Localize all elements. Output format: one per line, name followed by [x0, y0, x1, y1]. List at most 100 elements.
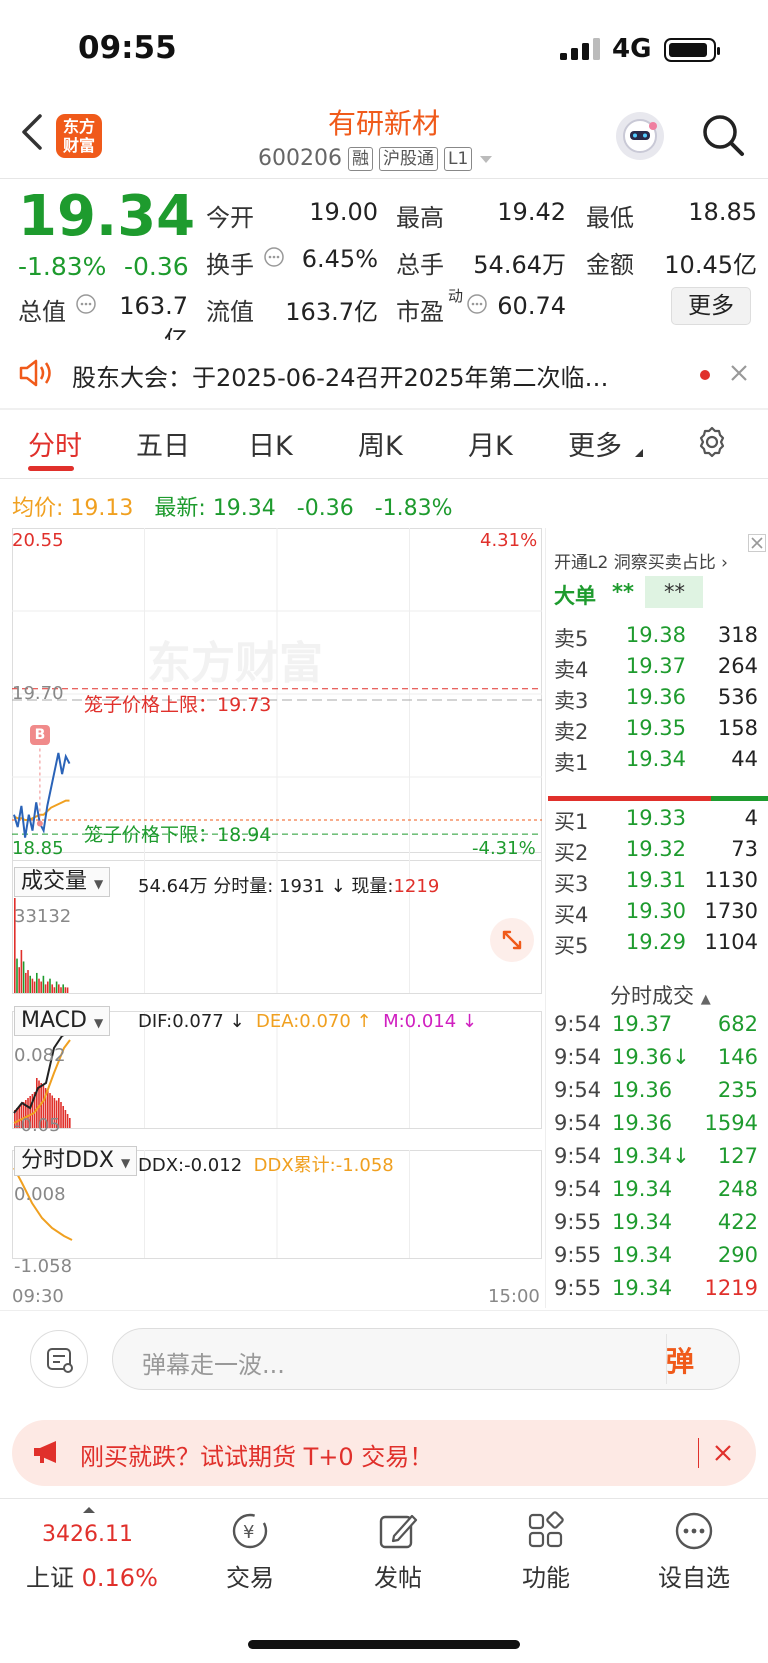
home-indicator: [248, 1640, 520, 1649]
trade-price: 19.36↓: [612, 1045, 690, 1069]
float-value: 163.7亿: [285, 298, 378, 326]
bid-4-label: 买4: [554, 903, 589, 927]
trade-time: 9:54: [554, 1078, 602, 1102]
latest-label: 最新:: [154, 496, 206, 521]
bid-4-price: 19.30: [625, 899, 686, 923]
bid-1-label: 买1: [554, 810, 589, 834]
macd-bar: [66, 1114, 69, 1128]
corner-arrow-icon: [635, 449, 643, 457]
battery-icon: [664, 38, 720, 62]
tab-daily[interactable]: 日K: [248, 424, 293, 463]
tab-monthly[interactable]: 月K: [468, 424, 513, 463]
trade-time: 9:55: [554, 1210, 602, 1234]
trade-volume: 235: [717, 1078, 758, 1102]
svg-text:¥: ¥: [243, 1522, 254, 1543]
pct-bottom-label: -4.31%: [472, 838, 536, 859]
ddx-selector[interactable]: 分时DDX ▼: [14, 1146, 138, 1176]
volume-bar: [42, 975, 45, 993]
tab-more[interactable]: 更多: [568, 424, 622, 463]
price-bottom-label: 18.85: [12, 838, 64, 859]
nav-watchlist[interactable]: 设自选: [644, 1558, 744, 1593]
trade-time: 9:54: [554, 1111, 602, 1135]
ask-1-price: 19.34: [625, 747, 686, 771]
grid-apps-icon[interactable]: [524, 1510, 568, 1552]
tab-five-day[interactable]: 五日: [136, 424, 190, 463]
trade-time: 9:54: [554, 1012, 602, 1036]
macd-info: DIF:0.077 ↓ DEA:0.070 ↑ M:0.014 ↓: [138, 1011, 478, 1032]
l2-promo[interactable]: 开通L2 洞察买卖占比 ›: [554, 548, 728, 573]
danmu-send-button[interactable]: 弹: [666, 1340, 694, 1380]
info-dots-icon[interactable]: [75, 293, 97, 315]
more-button[interactable]: 更多: [671, 287, 751, 325]
watermark: 东方财富: [147, 638, 323, 689]
stock-subtitle[interactable]: 600206 融 沪股通 L1: [258, 146, 494, 171]
volume-info: 54.64万 分时量: 1931 ↓ 现量:1219: [138, 876, 440, 897]
last-price: 19.34: [18, 184, 196, 249]
high-value: 19.42: [497, 198, 566, 226]
nav-functions[interactable]: 功能: [496, 1558, 596, 1593]
compose-icon[interactable]: [376, 1510, 420, 1552]
open-label: 今开: [206, 204, 254, 232]
close-icon[interactable]: [730, 364, 748, 382]
ddx-bottom-label: -1.058: [14, 1256, 73, 1277]
macd-bar: [69, 1118, 71, 1128]
dropdown-icon: [480, 155, 493, 163]
search-icon[interactable]: [700, 112, 746, 158]
nav-post[interactable]: 发帖: [348, 1558, 448, 1593]
settings-gear-icon[interactable]: [694, 424, 730, 460]
time-end-label: 15:00: [488, 1286, 540, 1307]
expand-icon: [502, 930, 522, 950]
buy-marker[interactable]: B: [30, 725, 50, 745]
pe-value: 60.74: [497, 292, 566, 320]
ask-4-label: 卖4: [554, 658, 589, 682]
volume-value: 54.64万: [473, 251, 566, 279]
float-label: 流值: [206, 298, 254, 326]
intraday-chart[interactable]: 东方财富: [12, 528, 544, 1308]
time-start-label: 09:30: [12, 1286, 64, 1307]
divider: [0, 408, 768, 410]
info-dots-icon[interactable]: [263, 246, 285, 268]
amount-label: 金额: [586, 251, 634, 279]
volume-bar: [25, 972, 27, 993]
bid-2-volume: 73: [731, 837, 758, 861]
macd-selector[interactable]: MACD ▼: [14, 1006, 111, 1036]
megaphone-icon: [34, 1441, 56, 1463]
nav-trade[interactable]: 交易: [200, 1558, 300, 1593]
danmu-placeholder: 弹幕走一波...: [142, 1351, 285, 1379]
bid-3-price: 19.31: [625, 868, 686, 892]
expand-button[interactable]: [490, 918, 534, 962]
assistant-avatar-icon[interactable]: [616, 112, 664, 160]
bid-3-label: 买3: [554, 872, 589, 896]
status-bar: 09:55 4G: [0, 0, 768, 100]
ddx-top-label: 0.008: [14, 1184, 66, 1205]
ask-2-label: 卖2: [554, 720, 589, 744]
volume-bar: [20, 949, 23, 993]
volume-bar: [55, 981, 58, 993]
big-order-label: 大单: [554, 584, 596, 608]
danmu-list-button[interactable]: [30, 1330, 88, 1388]
cage-lower-label: 笼子价格下限：18.94: [84, 824, 272, 846]
pct-top-label: 4.31%: [480, 530, 538, 551]
index-value[interactable]: 3426.11: [42, 1522, 133, 1547]
pe-sup: 动: [448, 287, 464, 305]
trade-time: 9:54: [554, 1177, 602, 1201]
more-dots-icon[interactable]: [672, 1510, 716, 1552]
close-icon[interactable]: [748, 534, 766, 552]
volume-selector[interactable]: 成交量 ▼: [14, 867, 111, 897]
tab-intraday[interactable]: 分时: [28, 424, 82, 463]
info-dots-icon[interactable]: [466, 293, 488, 315]
trade-time: 9:54: [554, 1144, 602, 1168]
tag-level: L1: [443, 146, 473, 171]
volume-bar: [49, 978, 51, 993]
trade-icon[interactable]: ¥: [228, 1510, 272, 1552]
trades-title[interactable]: 分时成交 ▲: [610, 980, 711, 1010]
volume-bar: [33, 981, 36, 993]
ask-5-volume: 318: [717, 623, 758, 647]
index-change[interactable]: 上证 0.16%: [26, 1558, 158, 1593]
close-icon[interactable]: [714, 1444, 732, 1462]
bid-1-volume: 4: [744, 806, 758, 830]
tab-weekly[interactable]: 周K: [358, 424, 403, 463]
promo-text: 刚买就跌？试试期货 T+0 交易！: [80, 1443, 434, 1471]
network-label: 4G: [612, 34, 652, 64]
volume-bar: [53, 987, 56, 993]
